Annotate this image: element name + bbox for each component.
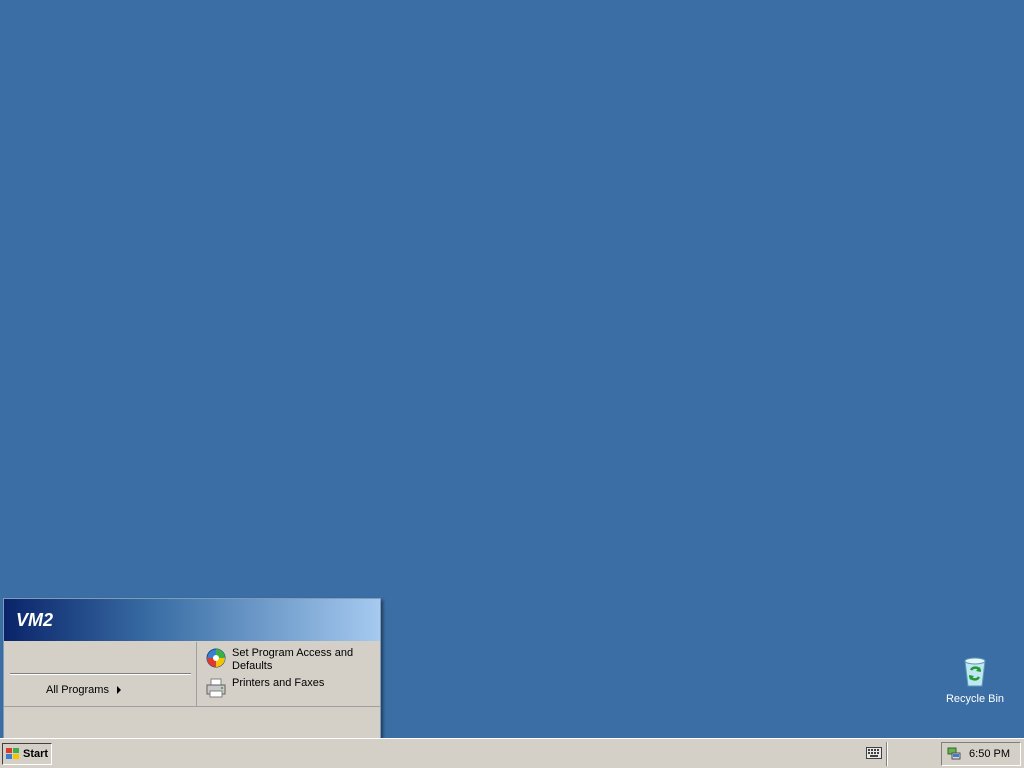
arrow-right-icon [116, 686, 121, 695]
clock[interactable]: 6:50 PM [969, 748, 1010, 760]
keyboard-icon[interactable] [866, 747, 882, 759]
all-programs-item[interactable]: All Programs [46, 684, 121, 698]
separator [10, 673, 191, 675]
desktop-icon-recycle-bin[interactable]: Recycle Bin [940, 655, 1010, 705]
program-access-icon [205, 647, 227, 669]
network-icon[interactable] [947, 747, 961, 761]
start-label: Start [23, 748, 49, 760]
windows-logo-icon [6, 748, 20, 760]
taskbar: Start 6:50 PM [0, 738, 1024, 768]
all-programs-label: All Programs [46, 684, 109, 696]
menu-item-printers-and-faxes[interactable]: Printers and Faxes [205, 677, 362, 699]
start-menu-left-pane: All Programs [4, 642, 197, 706]
menu-item-set-program-access[interactable]: Set Program Access and Defaults [205, 647, 362, 673]
start-button[interactable]: Start [2, 743, 52, 765]
start-menu-right-pane: Set Program Access and Defaults Printers… [197, 642, 380, 706]
menu-item-label: Printers and Faxes [232, 677, 325, 689]
menu-item-label: Set Program Access and Defaults [232, 647, 354, 672]
recycle-bin-icon [958, 655, 992, 689]
start-menu-header: VM2 [4, 599, 380, 641]
start-menu-body: All Programs Set Program Access and Defa… [4, 642, 380, 706]
printer-icon [205, 677, 227, 699]
user-name: VM2 [16, 610, 54, 630]
system-tray: 6:50 PM [941, 742, 1021, 766]
taskbar-divider [886, 742, 888, 766]
start-menu: VM2 All Programs Set Program Access and … [3, 598, 381, 742]
start-menu-footer [4, 706, 380, 741]
recycle-bin-label: Recycle Bin [945, 693, 1005, 705]
